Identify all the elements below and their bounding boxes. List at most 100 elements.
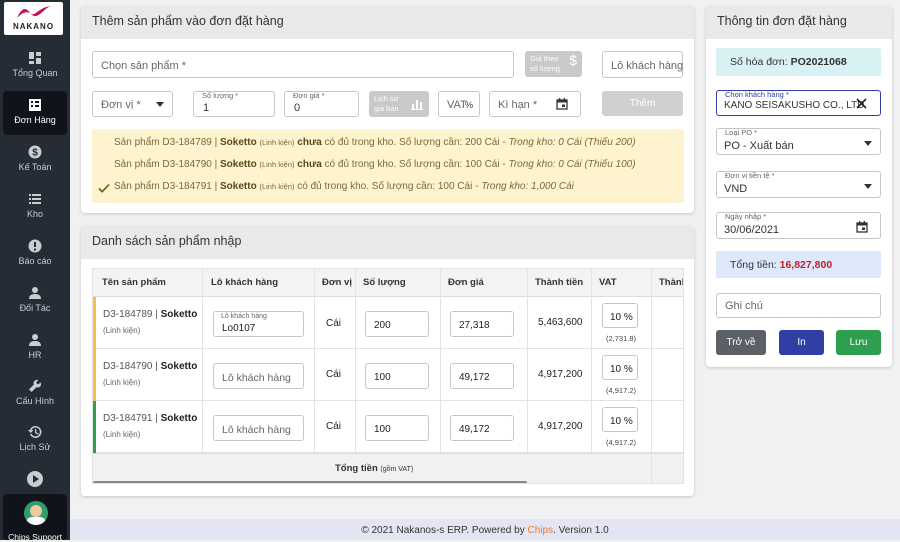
customer-lot-input[interactable]: Lô khách hàng — [602, 51, 683, 78]
warning-shortage: (Thiếu 100) — [584, 159, 636, 170]
save-button[interactable]: Lưu — [836, 330, 881, 355]
price-by-qty-label: Giá theo số lượng — [530, 54, 560, 73]
sales-history-label: Lịch sử giá bán — [374, 94, 399, 113]
row-quantity-value: 100 — [374, 424, 391, 435]
product-code: D3-184789 | — [103, 309, 158, 320]
sidebar-item-partners[interactable]: Đối Tác — [0, 279, 70, 323]
currency-select[interactable]: Đơn vị tiền tệ * VND — [716, 171, 881, 198]
sidebar-item-support[interactable]: Chips Support — [3, 494, 67, 542]
row-total: 5,463,600 — [538, 317, 583, 328]
currency-value: VND — [724, 183, 748, 195]
warning-product: Sản phẩm D3-184790 | — [114, 159, 218, 170]
column-header: Thành — [659, 277, 683, 288]
sidebar-item-reports[interactable]: Báo cáo — [0, 232, 70, 276]
row-vat-value: 10 % — [610, 364, 633, 375]
product-brand: Soketto — [160, 361, 198, 372]
sidebar-item-settings[interactable]: Cấu Hình — [0, 372, 70, 416]
nakano-logo[interactable]: NAKANO — [4, 2, 63, 35]
order-total-value: 16,827,800 — [779, 259, 833, 271]
product-name: D3-184789 | Soketto — [103, 309, 197, 320]
warning-brand: Soketto — [220, 159, 257, 170]
horizontal-scrollbar[interactable] — [93, 481, 527, 483]
column-header: Tên sản phẩm — [102, 277, 166, 288]
row-price-input[interactable]: 27,318 — [450, 311, 514, 337]
back-button[interactable]: Trở về — [716, 330, 766, 355]
unit-price-input[interactable]: Đơn giá * 0 — [284, 91, 359, 117]
product-category: (Linh kiện) — [103, 378, 141, 387]
note-input[interactable]: Ghi chú — [716, 293, 881, 318]
add-button[interactable]: Thêm — [602, 91, 683, 116]
sidebar-item-overview[interactable]: Tổng Quan — [0, 44, 70, 88]
vat-input[interactable]: VAT % — [438, 91, 480, 117]
unit-select[interactable]: Đơn vị * — [92, 91, 173, 117]
sidebar-item-accounting[interactable]: $ Kế Toán — [0, 138, 70, 182]
logo-text: NAKANO — [12, 22, 55, 31]
row-vat-input[interactable]: 10 % — [602, 355, 638, 380]
customer-select[interactable]: Chọn khách hàng * KANO SEISAKUSHO CO., L… — [716, 90, 881, 116]
row-quantity-input[interactable]: 200 — [365, 311, 429, 337]
calendar-icon — [556, 98, 568, 110]
sidebar-item-orders[interactable]: Đơn Hàng — [3, 91, 67, 135]
row-vat-amount: (4,917.2) — [606, 386, 637, 395]
customer-value: KANO SEISAKUSHO CO., LTD — [724, 100, 865, 111]
sidebar-item-label: Kế Toán — [18, 162, 52, 172]
quantity-label: Số lượng * — [202, 91, 239, 100]
table-row: D3-184790 | Soketto (Linh kiện) Lô khách… — [93, 349, 683, 401]
product-table: Tên sản phẩm Lô khách hàng Đơn vị Số lượ… — [92, 268, 684, 484]
row-lot-input[interactable]: Lô khách hàng — [213, 415, 304, 441]
row-price-input[interactable]: 49,172 — [450, 415, 514, 441]
row-price-value: 27,318 — [459, 320, 490, 331]
product-code: D3-184790 | — [103, 361, 158, 372]
product-list-title: Danh sách sản phẩm nhập — [81, 226, 694, 259]
row-total: 4,917,200 — [538, 421, 583, 432]
row-lot-input[interactable]: Lô khách hàng — [213, 363, 304, 389]
order-total-label: Tổng tiền: — [730, 259, 777, 271]
period-date-input[interactable]: Kì hạn * — [489, 91, 581, 117]
row-vat-amount: (4,917.2) — [606, 438, 637, 447]
row-lot-input[interactable]: Lô khách hàng Lo0107 — [213, 311, 304, 337]
wrench-icon — [28, 379, 42, 393]
row-vat-input[interactable]: 10 % — [602, 303, 638, 328]
row-unit: Cái — [326, 421, 342, 432]
product-brand: Soketto — [160, 413, 198, 424]
logo-mark-icon — [17, 6, 50, 18]
print-button[interactable]: In — [779, 330, 824, 355]
sales-history-button[interactable]: Lịch sử giá bán — [369, 91, 429, 117]
footer-chips-link[interactable]: Chips — [528, 525, 554, 536]
period-placeholder: Kì hạn * — [498, 99, 538, 111]
po-type-value: PO - Xuất bán — [724, 140, 794, 152]
sidebar-item-hr[interactable]: HR — [0, 326, 70, 370]
date-input[interactable]: Ngày nhập * 30/06/2021 — [716, 212, 881, 239]
play-icon[interactable] — [27, 471, 43, 487]
warehouse-list-icon — [28, 192, 42, 206]
quantity-input[interactable]: Số lượng * 1 — [193, 91, 275, 117]
sidebar-item-history[interactable]: Lịch Sử — [0, 418, 70, 462]
sidebar-item-label: Tổng Quan — [12, 68, 58, 78]
price-by-qty-button[interactable]: Giá theo số lượng $ — [525, 51, 582, 77]
footer-total-sub: (gồm VAT) — [380, 466, 414, 473]
row-quantity-value: 100 — [374, 372, 391, 383]
row-price-input[interactable]: 49,172 — [450, 363, 514, 389]
column-header: Đơn giá — [448, 277, 484, 288]
row-quantity-input[interactable]: 100 — [365, 415, 429, 441]
table-footer: Tổng tiền (gồm VAT) — [93, 453, 683, 483]
history-icon — [28, 425, 42, 439]
dollar-icon: $ — [569, 52, 577, 68]
sidebar-item-warehouse[interactable]: Kho — [0, 185, 70, 229]
sidebar-item-label: Lịch Sử — [19, 442, 51, 452]
add-product-title: Thêm sản phẩm vào đơn đặt hàng — [81, 6, 694, 39]
sidebar: NAKANO Tổng Quan Đơn Hàng $ Kế Toán Kho … — [0, 0, 70, 542]
calendar-icon[interactable] — [856, 221, 868, 233]
po-type-select[interactable]: Loại PO * PO - Xuất bán — [716, 128, 881, 155]
row-total: 4,917,200 — [538, 369, 583, 380]
row-quantity-input[interactable]: 100 — [365, 363, 429, 389]
row-vat-input[interactable]: 10 % — [602, 407, 638, 432]
warning-brand: Soketto — [220, 181, 257, 192]
check-icon — [98, 183, 110, 193]
quantity-value: 1 — [203, 102, 210, 114]
row-lot-placeholder: Lô khách hàng — [222, 372, 291, 384]
row-lot-value: Lo0107 — [222, 323, 256, 334]
close-icon[interactable] — [856, 98, 867, 109]
product-select[interactable]: Chọn sản phẩm * — [92, 51, 514, 78]
stock-warning-line: Sản phẩm D3-184791 | Soketto (Linh kiện)… — [114, 181, 574, 192]
